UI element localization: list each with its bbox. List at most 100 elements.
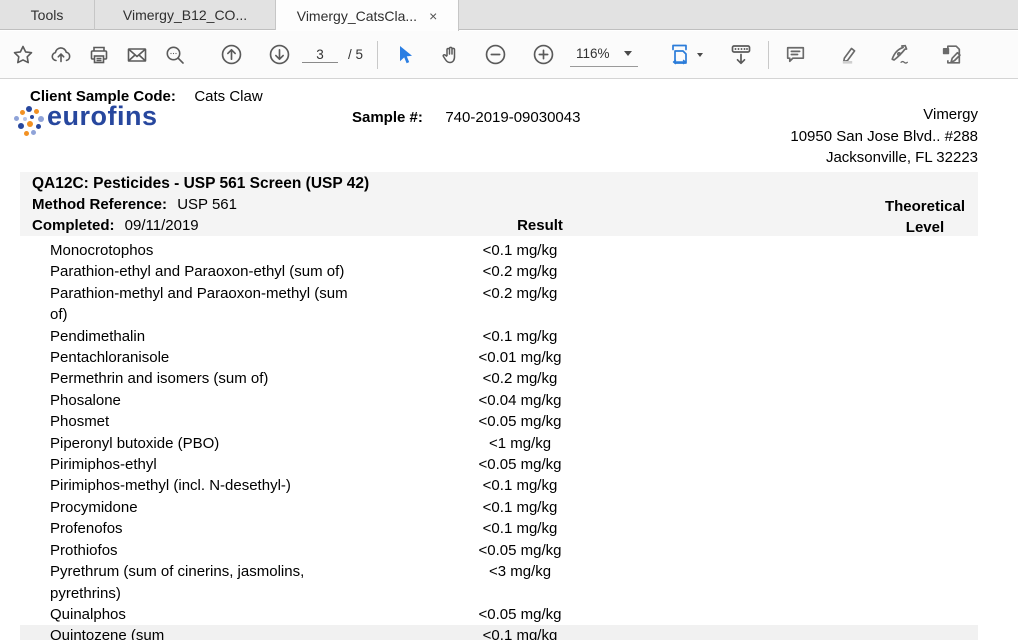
- table-row: Permethrin and isomers (sum of)<0.2 mg/k…: [20, 368, 978, 389]
- tab-vimergy-catsclaw-label: Vimergy_CatsCla...: [297, 8, 417, 24]
- table-row: Parathion-methyl and Paraoxon-methyl (su…: [20, 283, 978, 326]
- tab-vimergy-b12[interactable]: Vimergy_B12_CO...: [95, 0, 276, 30]
- toolbar-divider: [768, 41, 769, 69]
- client-sample-code-value: Cats Claw: [194, 88, 262, 105]
- pesticide-result: <0.01 mg/kg: [435, 347, 605, 368]
- table-row: Monocrotophos<0.1 mg/kg: [20, 240, 978, 261]
- pesticide-name: Quintozene (sum: [20, 625, 435, 640]
- table-row: Piperonyl butoxide (PBO)<1 mg/kg: [20, 433, 978, 454]
- fit-width-icon[interactable]: [662, 36, 708, 74]
- print-icon[interactable]: [80, 36, 118, 74]
- zoom-level-value: 116%: [576, 46, 610, 61]
- pesticide-result: <0.05 mg/kg: [435, 604, 605, 625]
- pesticide-result: <0.05 mg/kg: [435, 411, 605, 432]
- pesticide-result: <0.2 mg/kg: [435, 368, 605, 389]
- pesticide-result: <0.1 mg/kg: [435, 326, 605, 347]
- column-header-result: Result: [455, 217, 625, 234]
- completed-label: Completed:: [32, 217, 115, 234]
- eurofins-logo-icon: [14, 106, 44, 136]
- search-icon[interactable]: [156, 36, 194, 74]
- section-title: QA12C: Pesticides - USP 561 Screen (USP …: [32, 175, 369, 193]
- document-page: Client Sample Code: Cats Claw eurofins: [0, 80, 1018, 640]
- pesticide-name: Quinalphos: [20, 604, 435, 625]
- company-address: Vimergy 10950 San Jose Blvd.. #288 Jacks…: [790, 104, 978, 169]
- pesticide-result: <0.1 mg/kg: [435, 497, 605, 518]
- pesticide-result: <0.2 mg/kg: [435, 261, 605, 282]
- tab-bar: Tools Vimergy_B12_CO... Vimergy_CatsCla.…: [0, 0, 1018, 30]
- caret-down-icon: [624, 51, 632, 56]
- zoom-level-dropdown[interactable]: 116%: [570, 43, 638, 67]
- sample-number-value: 740-2019-09030043: [445, 109, 580, 126]
- table-row: Prothiofos<0.05 mg/kg: [20, 540, 978, 561]
- pesticide-name: Phosalone: [20, 390, 435, 411]
- comment-icon[interactable]: [777, 36, 815, 74]
- pesticide-name: Permethrin and isomers (sum of): [20, 368, 435, 389]
- pesticide-name: Parathion-methyl and Paraoxon-methyl (su…: [20, 283, 435, 326]
- highlight-icon[interactable]: [829, 36, 867, 74]
- company-address-line1: 10950 San Jose Blvd.. #288: [790, 126, 978, 148]
- zoom-out-icon[interactable]: [476, 36, 514, 74]
- pesticide-name: Pirimiphos-methyl (incl. N-desethyl-): [20, 475, 435, 496]
- zoom-in-icon[interactable]: [524, 36, 562, 74]
- pesticide-table-body: Monocrotophos<0.1 mg/kgParathion-ethyl a…: [20, 240, 978, 640]
- tab-vimergy-b12-label: Vimergy_B12_CO...: [123, 7, 247, 23]
- eurofins-logo-text: eurofins: [47, 101, 158, 132]
- table-row: Pendimethalin<0.1 mg/kg: [20, 326, 978, 347]
- hide-toolbar-icon[interactable]: [722, 36, 760, 74]
- pesticide-result: <3 mg/kg: [435, 561, 605, 582]
- table-row: Pentachloranisole<0.01 mg/kg: [20, 347, 978, 368]
- pesticide-name: Pendimethalin: [20, 326, 435, 347]
- pesticide-result: <0.1 mg/kg: [435, 240, 605, 261]
- pesticide-result: <0.05 mg/kg: [435, 540, 605, 561]
- next-page-icon[interactable]: [260, 36, 298, 74]
- section-header: QA12C: Pesticides - USP 561 Screen (USP …: [20, 172, 978, 236]
- eurofins-logo: eurofins: [14, 105, 174, 137]
- table-row: Profenofos<0.1 mg/kg: [20, 518, 978, 539]
- bookmark-star-icon[interactable]: [4, 36, 42, 74]
- close-tab-icon[interactable]: ×: [429, 9, 437, 23]
- pesticide-name: Phosmet: [20, 411, 435, 432]
- pesticide-name: Piperonyl butoxide (PBO): [20, 433, 435, 454]
- sign-icon[interactable]: [881, 36, 919, 74]
- page-navigation: / 5: [302, 47, 363, 63]
- method-reference-label: Method Reference:: [32, 196, 167, 213]
- table-row: Phosalone<0.04 mg/kg: [20, 390, 978, 411]
- column-header-theoretical-level: Theoretical Level: [885, 196, 965, 238]
- column-header-level: Level: [885, 217, 965, 238]
- toolbar: / 5 116%: [0, 31, 1018, 79]
- select-cursor-icon[interactable]: [386, 36, 424, 74]
- toolbar-divider: [377, 41, 378, 69]
- table-row: Procymidone<0.1 mg/kg: [20, 497, 978, 518]
- page-total-label: / 5: [348, 47, 363, 62]
- pesticide-result: <0.05 mg/kg: [435, 454, 605, 475]
- email-icon[interactable]: [118, 36, 156, 74]
- page-number-input[interactable]: [302, 47, 338, 63]
- pesticide-name: Pyrethrum (sum of cinerins, jasmolins, p…: [20, 561, 435, 604]
- pesticide-result: <1 mg/kg: [435, 433, 605, 454]
- tab-vimergy-catsclaw[interactable]: Vimergy_CatsCla... ×: [276, 0, 459, 31]
- completed-value: 09/11/2019: [125, 217, 199, 234]
- table-row: Quintozene (sum<0.1 mg/kg: [20, 625, 978, 640]
- tab-tools[interactable]: Tools: [0, 0, 95, 30]
- hand-tool-icon[interactable]: [432, 36, 470, 74]
- pesticide-result: <0.2 mg/kg: [435, 283, 605, 304]
- caret-down-icon: [697, 53, 703, 57]
- pesticide-name: Pirimiphos-ethyl: [20, 454, 435, 475]
- sample-number-label: Sample #:: [352, 109, 423, 126]
- pesticide-name: Profenofos: [20, 518, 435, 539]
- share-upload-icon[interactable]: [42, 36, 80, 74]
- table-row: Pirimiphos-ethyl<0.05 mg/kg: [20, 454, 978, 475]
- company-address-line2: Jacksonville, FL 32223: [790, 147, 978, 169]
- previous-page-icon[interactable]: [212, 36, 250, 74]
- pesticide-result: <0.04 mg/kg: [435, 390, 605, 411]
- table-row: Parathion-ethyl and Paraoxon-ethyl (sum …: [20, 261, 978, 282]
- pesticide-name: Prothiofos: [20, 540, 435, 561]
- table-row: Pirimiphos-methyl (incl. N-desethyl-)<0.…: [20, 475, 978, 496]
- pesticide-name: Procymidone: [20, 497, 435, 518]
- fill-sign-icon[interactable]: [933, 36, 971, 74]
- table-row: Quinalphos<0.05 mg/kg: [20, 604, 978, 625]
- table-row: Phosmet<0.05 mg/kg: [20, 411, 978, 432]
- pesticide-name: Parathion-ethyl and Paraoxon-ethyl (sum …: [20, 261, 435, 282]
- pesticide-result: <0.1 mg/kg: [435, 475, 605, 496]
- tab-tools-label: Tools: [31, 7, 64, 23]
